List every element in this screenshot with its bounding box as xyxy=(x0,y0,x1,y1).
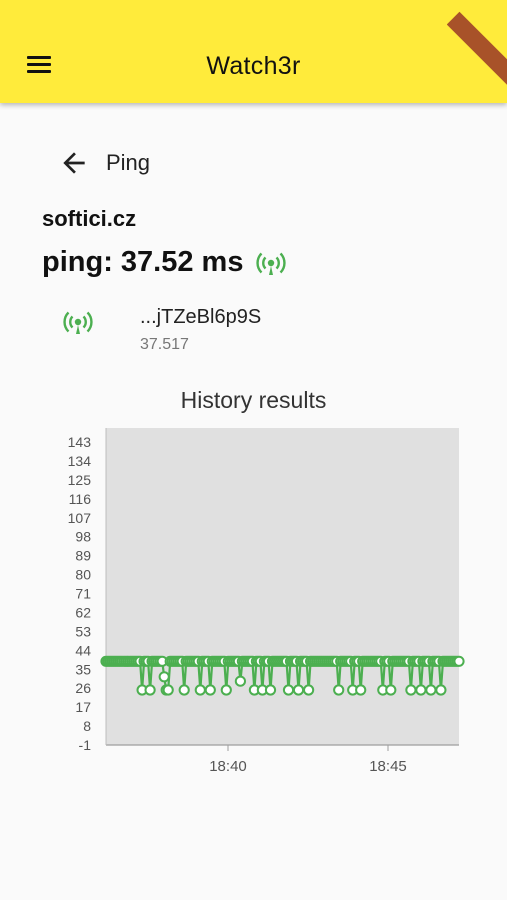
data-point xyxy=(220,684,232,696)
data-point xyxy=(333,684,345,696)
data-point xyxy=(264,684,277,696)
y-tick-label: 89 xyxy=(75,548,91,564)
data-point xyxy=(194,684,206,696)
data-point xyxy=(204,684,216,696)
y-tick-label: 107 xyxy=(68,510,92,526)
data-point xyxy=(415,684,427,696)
y-tick-label: 35 xyxy=(75,661,91,677)
data-point xyxy=(435,684,447,696)
y-tick-label: 53 xyxy=(75,623,91,639)
data-point xyxy=(385,684,397,696)
x-tick-label: 18:45 xyxy=(369,758,407,775)
y-tick-label: 125 xyxy=(68,472,92,488)
data-point xyxy=(405,684,417,696)
data-point xyxy=(355,684,367,696)
y-tick-label: 80 xyxy=(75,567,91,583)
y-tick-label: -1 xyxy=(79,737,92,753)
data-point xyxy=(162,684,174,696)
x-tick-label: 18:40 xyxy=(209,758,247,775)
y-tick-label: 134 xyxy=(68,453,92,469)
y-tick-label: 143 xyxy=(68,434,92,450)
data-point xyxy=(282,684,295,696)
data-point xyxy=(303,684,315,696)
data-point xyxy=(425,684,437,696)
data-point xyxy=(292,684,305,696)
data-point xyxy=(158,671,170,683)
y-tick-label: 44 xyxy=(75,642,91,658)
y-tick-label: 17 xyxy=(75,699,91,715)
y-tick-label: 8 xyxy=(83,718,91,734)
data-point xyxy=(144,684,156,696)
y-tick-label: 116 xyxy=(69,491,92,507)
data-point xyxy=(178,684,190,696)
plot-area xyxy=(106,428,459,745)
history-chart: 143 134 125 116 107 98 89 80 71 62 53 44 35 26 17 8 -1 18… xyxy=(68,428,465,775)
data-point xyxy=(234,675,246,687)
y-tick-label: 71 xyxy=(75,586,91,602)
y-tick-label: 98 xyxy=(75,529,91,545)
y-tick-label: 62 xyxy=(75,604,91,620)
y-tick-label: 26 xyxy=(75,680,91,696)
data-point xyxy=(453,655,465,667)
